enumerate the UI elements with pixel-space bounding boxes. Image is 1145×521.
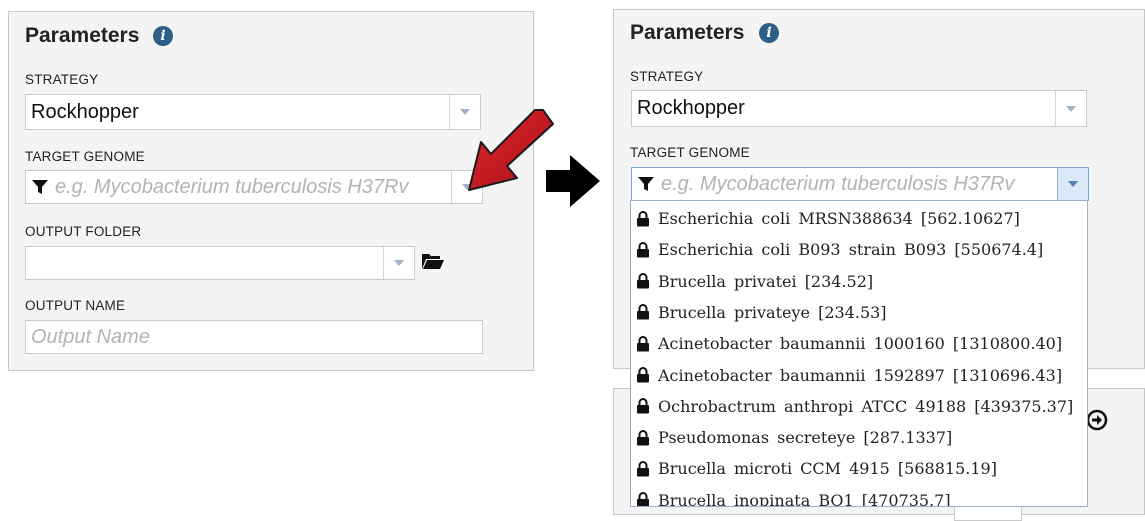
flow-arrow-icon bbox=[546, 155, 600, 207]
dropdown-option[interactable]: Brucella microti CCM 4915 [568815.19] bbox=[631, 453, 1087, 484]
dropdown-option-label: Acinetobacter baumannii 1592897 [1310696… bbox=[658, 365, 1063, 385]
strategy-select[interactable]: Rockhopper bbox=[631, 90, 1087, 127]
target-genome-placeholder: e.g. Mycobacterium tuberculosis H37Rv bbox=[637, 168, 1014, 200]
dropdown-option-label: Brucella privatei [234.52] bbox=[658, 271, 874, 291]
dropdown-option-label: Pseudomonas secreteye [287.1337] bbox=[658, 428, 953, 448]
target-genome-placeholder: e.g. Mycobacterium tuberculosis H37Rv bbox=[31, 171, 408, 203]
dropdown-option[interactable]: Acinetobacter baumannii 1000160 [1310800… bbox=[631, 328, 1087, 359]
info-icon[interactable]: i bbox=[759, 23, 779, 43]
strategy-dropdown-toggle[interactable] bbox=[1055, 91, 1086, 126]
output-folder-dropdown-toggle[interactable] bbox=[383, 247, 414, 279]
dropdown-option[interactable]: Brucella inopinata BO1 [470735.7] bbox=[631, 485, 1087, 507]
output-name-placeholder: Output Name bbox=[31, 325, 150, 348]
strategy-label: STRATEGY bbox=[630, 69, 704, 84]
lock-icon bbox=[637, 398, 649, 414]
circle-arrow-right-icon[interactable] bbox=[1086, 409, 1108, 431]
lock-icon bbox=[637, 429, 649, 446]
lock-icon bbox=[637, 367, 649, 383]
dropdown-option[interactable]: Brucella privateye [234.53] bbox=[631, 297, 1087, 328]
panel-title: Parameters bbox=[25, 24, 140, 47]
chevron-down-icon bbox=[394, 260, 404, 266]
lock-icon bbox=[637, 210, 649, 226]
lock-icon bbox=[637, 492, 649, 506]
filter-icon bbox=[32, 180, 48, 194]
output-name-input[interactable]: Output Name bbox=[25, 320, 483, 354]
dropdown-option-label: Brucella microti CCM 4915 [568815.19] bbox=[658, 459, 997, 479]
target-genome-dropdown-list[interactable]: Escherichia coli MRSN388634 [562.10627] E… bbox=[630, 200, 1088, 507]
dropdown-option[interactable]: Escherichia coli MRSN388634 [562.10627] bbox=[631, 203, 1087, 234]
strategy-select-value: Rockhopper bbox=[637, 97, 745, 119]
folder-open-icon[interactable] bbox=[421, 251, 445, 271]
dropdown-option-label: Brucella inopinata BO1 [470735.7] bbox=[658, 490, 951, 507]
target-genome-dropdown-toggle[interactable] bbox=[1057, 168, 1088, 200]
strategy-select[interactable]: Rockhopper bbox=[25, 94, 481, 130]
lock-icon bbox=[637, 273, 649, 289]
dropdown-option-label: Escherichia coli MRSN388634 [562.10627] bbox=[658, 209, 1020, 228]
strategy-select-value: Rockhopper bbox=[31, 100, 139, 123]
target-genome-placeholder-text: e.g. Mycobacterium tuberculosis H37Rv bbox=[55, 175, 409, 198]
chevron-down-icon bbox=[1066, 105, 1076, 112]
target-genome-placeholder-text: e.g. Mycobacterium tuberculosis H37Rv bbox=[661, 172, 1015, 195]
target-genome-select[interactable]: e.g. Mycobacterium tuberculosis H37Rv bbox=[631, 167, 1089, 201]
dropdown-option-label: Brucella privateye [234.53] bbox=[658, 302, 887, 322]
dropdown-option-label: Escherichia coli B093 strain B093 [55067… bbox=[658, 240, 1044, 260]
dropdown-option[interactable]: Brucella privatei [234.52] bbox=[631, 266, 1087, 297]
lock-icon bbox=[637, 335, 649, 352]
target-genome-label: TARGET GENOME bbox=[25, 149, 145, 164]
output-name-label: OUTPUT NAME bbox=[25, 298, 126, 313]
lock-icon bbox=[637, 241, 649, 258]
dropdown-option[interactable]: Escherichia coli B093 strain B093 [55067… bbox=[631, 234, 1087, 265]
dropdown-option[interactable]: Acinetobacter baumannii 1592897 [1310696… bbox=[631, 360, 1087, 391]
dropdown-option[interactable]: Pseudomonas secreteye [287.1337] bbox=[631, 422, 1087, 453]
target-genome-label: TARGET GENOME bbox=[630, 145, 750, 160]
panel-title: Parameters bbox=[630, 21, 745, 44]
output-folder-label: OUTPUT FOLDER bbox=[25, 224, 142, 239]
dropdown-option[interactable]: Ochrobactrum anthropi ATCC 49188 [439375… bbox=[631, 391, 1087, 422]
info-icon[interactable]: i bbox=[153, 26, 173, 46]
target-genome-select[interactable]: e.g. Mycobacterium tuberculosis H37Rv bbox=[25, 170, 483, 204]
lock-icon bbox=[637, 304, 649, 320]
dropdown-option-label: Acinetobacter baumannii 1000160 [1310800… bbox=[658, 334, 1063, 354]
strategy-label: STRATEGY bbox=[25, 72, 99, 87]
chevron-down-icon bbox=[1068, 181, 1078, 187]
annotation-arrow-icon bbox=[468, 109, 554, 191]
lock-icon bbox=[637, 460, 649, 477]
output-folder-select[interactable] bbox=[25, 246, 415, 280]
dropdown-option-label: Ochrobactrum anthropi ATCC 49188 [439375… bbox=[658, 396, 1074, 416]
filter-icon bbox=[638, 177, 654, 191]
